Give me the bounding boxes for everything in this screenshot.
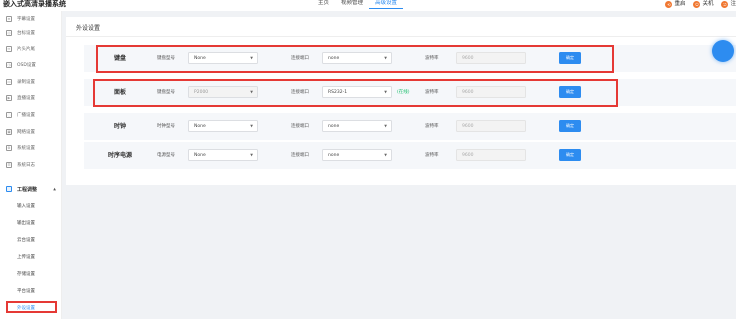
power-button[interactable]: ⏻ 关机 [693,0,713,9]
restart-icon: ⟲ [665,1,673,8]
nav-item-advanced-settings[interactable]: 高级设置 [369,0,404,9]
sidebar-subitem-platform[interactable]: 平台设置 [0,284,62,298]
select-value: none [328,124,340,129]
subtitle-icon: ≡ [6,16,12,22]
power-label: 关机 [702,1,714,7]
panel-title: 外设设置 [76,25,101,32]
top-actions: ⟲ 重启 ⏻ 关机 ⎋ 注 [657,0,736,9]
sidebar-item-clip[interactable]: ⇔ 片头片尾 [0,42,62,56]
chevron-up-icon: ▲ [53,187,56,191]
clock-baud-input[interactable]: 9600 [456,120,526,132]
clock-type-select[interactable]: None ▼ [188,120,258,132]
baud-label: 波特率 [425,153,439,158]
sidebar-item-record[interactable]: ▭ 录制设置 [0,75,62,89]
sidebar-subitem-storage[interactable]: 存储设置 [0,267,62,281]
row-label: 时钟 [113,123,126,130]
logout-label: 注 [730,1,736,7]
osd-icon: ◷ [6,62,12,68]
active-item-highlight [6,301,57,313]
top-header: 嵌入式高清录播系统 主页 视频管理 高级设置 ⟲ 重启 ⏻ 关机 ⎋ 注 [0,0,736,11]
clock-port-select[interactable]: none ▼ [322,120,392,132]
sidebar-item-label: 片头片尾 [17,47,35,52]
sidebar-item-log[interactable]: ☰ 系统日志 [0,158,62,172]
sidebar-item-network[interactable]: ▣ 网络设置 [0,125,62,139]
sidebar-item-label: 字幕设置 [17,17,35,22]
sidebar-item-logo[interactable]: ◎ 台标设置 [0,26,62,40]
system-icon: ⚙ [6,145,12,151]
type-label: 时钟型号 [157,124,175,129]
power-baud-input[interactable]: 9600 [456,149,526,161]
chevron-down-icon: ▼ [384,153,387,157]
sidebar-item-label: OSD设置 [17,63,36,68]
chevron-down-icon: ▼ [384,124,387,128]
log-icon: ☰ [6,162,12,168]
floating-action-button[interactable] [712,40,734,62]
power-confirm-button[interactable]: 确定 [559,149,581,161]
select-value: none [328,153,340,158]
sidebar-group-engineering[interactable]: 工程调整 ▲ [0,182,62,196]
sidebar-group-label: 工程调整 [17,186,38,193]
nav-item-home[interactable]: 主页 [312,0,335,9]
sidebar: ≡ 字幕设置 ◎ 台标设置 ⇔ 片头片尾 ◷ OSD设置 ▭ 录制设置 ▶ 直播设置 ◌ 广播… [0,11,62,319]
chevron-down-icon: ▼ [250,124,253,128]
network-icon: ▣ [6,129,12,135]
sidebar-item-label: 录制设置 [17,80,35,85]
clock-confirm-button[interactable]: 确定 [559,120,581,132]
sidebar-item-label: 网络设置 [17,130,35,135]
record-icon: ▭ [6,79,12,85]
row-label: 时序电源 [107,152,132,159]
select-value: None [194,124,206,129]
sidebar-item-broadcast[interactable]: ◌ 广播设置 [0,108,62,122]
sidebar-item-label: 广播设置 [17,113,35,118]
engineering-icon [6,186,12,192]
baud-label: 波特率 [425,124,439,129]
type-label: 电源型号 [157,153,175,158]
top-nav: 主页 视频管理 高级设置 [312,0,404,9]
port-label: 连接端口 [291,153,309,158]
power-sequencer-row: 时序电源 电源型号 None ▼ 连接端口 none ▼ 波特率 9600 确定 [84,142,736,169]
panel-divider [66,36,736,37]
logo-icon: ◎ [6,30,12,36]
sidebar-item-label: 台标设置 [17,31,35,36]
sidebar-subitem-upload[interactable]: 上传设置 [0,250,62,264]
power-type-select[interactable]: None ▼ [188,149,258,161]
sidebar-item-label: 系统日志 [17,163,35,168]
restart-button[interactable]: ⟲ 重启 [665,0,685,9]
sidebar-item-osd[interactable]: ◷ OSD设置 [0,58,62,72]
sidebar-item-label: 直播设置 [17,96,35,101]
logout-icon: ⎋ [721,1,729,8]
nav-item-video-management[interactable]: 视频管理 [335,0,369,9]
app-title: 嵌入式高清录播系统 [3,0,66,8]
sidebar-item-live[interactable]: ▶ 直播设置 [0,91,62,105]
highlight-box-keyboard [96,45,614,73]
highlight-box-panel [93,79,618,107]
sidebar-item-subtitle[interactable]: ≡ 字幕设置 [0,12,62,26]
live-icon: ▶ [6,95,12,101]
clock-row: 时钟 时钟型号 None ▼ 连接端口 none ▼ 波特率 9600 确定 [84,113,736,140]
sidebar-subitem-output[interactable]: 输出设置 [0,216,62,230]
power-port-select[interactable]: none ▼ [322,149,392,161]
chevron-down-icon: ▼ [250,153,253,157]
sidebar-subitem-input[interactable]: 输入设置 [0,199,62,213]
select-value: None [194,153,206,158]
sidebar-item-system[interactable]: ⚙ 系统设置 [0,141,62,155]
broadcast-icon: ◌ [6,112,12,118]
clip-icon: ⇔ [6,46,12,52]
sidebar-subitem-ptz[interactable]: 云台设置 [0,233,62,247]
port-label: 连接端口 [291,124,309,129]
restart-label: 重启 [674,1,686,7]
logout-button[interactable]: ⎋ 注 [721,0,736,9]
power-icon: ⏻ [693,1,701,8]
sidebar-item-label: 系统设置 [17,146,35,151]
